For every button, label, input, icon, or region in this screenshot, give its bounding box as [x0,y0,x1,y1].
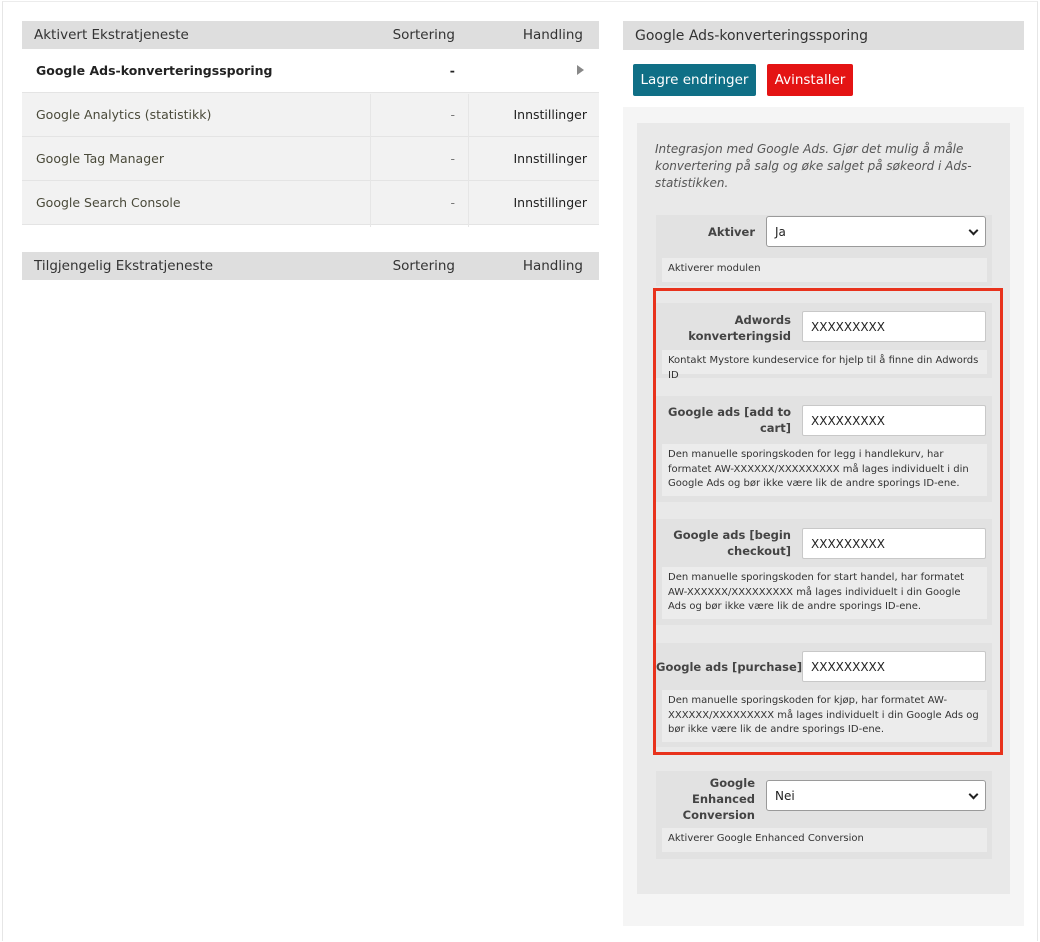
table-row[interactable]: Google Tag Manager - Innstillinger [22,137,599,181]
header-name: Aktivert Ekstratjeneste [34,27,189,43]
enhanced-value: Nei [775,788,795,803]
enhanced-label-line2: Enhanced [691,792,755,806]
available-table-header: Tilgjengelig Ekstratjeneste Sortering Ha… [22,252,599,280]
button-bar: Lagre endringer Avinstaller [623,50,1024,107]
activate-label: Aktiver [708,225,755,239]
table-row[interactable]: Google Analytics (statistikk) - Innstill… [22,93,599,137]
row-sort: - [450,107,455,122]
row-name: Google Tag Manager [36,151,164,166]
panel-title: Google Ads-konverteringssporing [623,21,1024,50]
enhanced-help: Aktiverer Google Enhanced Conversion [662,828,987,852]
enhanced-label-line1: Google [709,776,755,790]
header-sort: Sortering [392,258,455,274]
header-action: Handling [522,27,583,43]
field-group-enhanced-conversion: Google Enhanced Conversion Nei Aktiverer… [656,771,992,859]
table-row[interactable]: Google Search Console - Innstillinger [22,181,599,225]
header-name: Tilgjengelig Ekstratjeneste [34,258,214,274]
row-name: Google Analytics (statistikk) [36,107,212,122]
column-divider [468,94,469,227]
enhanced-label: Google Enhanced Conversion [656,775,755,823]
available-extensions-table: Tilgjengelig Ekstratjeneste Sortering Ha… [22,252,599,280]
row-sort: - [450,195,455,210]
table-row[interactable]: Google Ads-konverteringssporing - [22,49,599,93]
intro-text: Integrasjon med Google Ads. Gjør det mul… [655,142,972,190]
field-group-activate: Aktiver Ja Aktiverer modulen [656,215,992,286]
row-name: Google Ads-konverteringssporing [36,63,273,78]
settings-link[interactable]: Innstillinger [468,151,599,166]
row-action[interactable] [468,63,599,78]
row-sort: - [450,151,455,166]
header-action: Handling [522,258,583,274]
play-triangle-icon [577,65,584,75]
chevron-down-icon [968,789,979,800]
row-sort: - [449,63,455,78]
column-divider [370,94,371,227]
active-table-header: Aktivert Ekstratjeneste Sortering Handli… [22,21,599,49]
enhanced-label-line3: Conversion [682,808,755,822]
settings-link[interactable]: Innstillinger [468,107,599,122]
highlight-box [653,288,1003,755]
header-sort: Sortering [392,27,455,43]
save-button[interactable]: Lagre endringer [633,64,756,96]
row-name: Google Search Console [36,195,181,210]
uninstall-button[interactable]: Avinstaller [767,64,853,96]
settings-link[interactable]: Innstillinger [468,195,599,210]
chevron-down-icon [968,225,979,236]
enhanced-select[interactable]: Nei [766,780,986,811]
activate-select[interactable]: Ja [766,216,986,247]
activate-value: Ja [775,224,786,239]
active-extensions-table: Aktivert Ekstratjeneste Sortering Handli… [22,21,599,225]
activate-help: Aktiverer modulen [662,258,987,282]
